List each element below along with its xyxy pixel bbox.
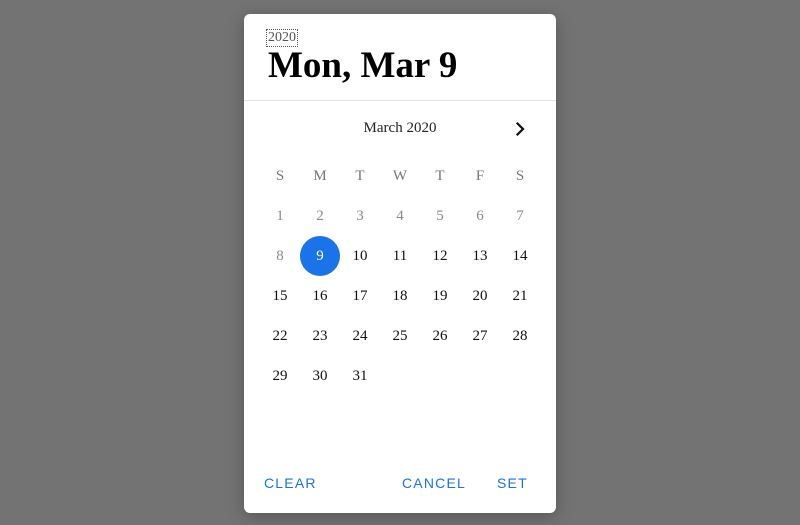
calendar-day: 6: [476, 207, 484, 224]
weekday-label: S: [275, 167, 285, 184]
calendar-day[interactable]: 24: [340, 316, 380, 356]
calendar-weeks: 1 2 3 4 5 6 7 8 9 10 11 12 13 14 15 16 17 18 19 20 21 22 23 24 2…: [260, 196, 540, 396]
selected-date-title: Mon, Mar 9: [268, 45, 458, 86]
calendar-day[interactable]: 16: [300, 276, 340, 316]
calendar-day[interactable]: 31: [340, 356, 380, 396]
set-button[interactable]: SET: [497, 469, 528, 497]
calendar-week-row: 29 30 31: [260, 356, 540, 396]
month-navigation: March 2020: [244, 115, 556, 143]
calendar-day[interactable]: 26: [420, 316, 460, 356]
selected-day[interactable]: 9: [300, 236, 340, 276]
weekday-label: W: [392, 167, 408, 184]
calendar-day[interactable]: 28: [500, 316, 540, 356]
calendar-day: 7: [516, 207, 524, 224]
calendar-day[interactable]: 17: [340, 276, 380, 316]
dialog-actions: CLEAR CANCEL SET: [244, 469, 556, 497]
calendar-day[interactable]: 11: [380, 236, 420, 276]
calendar-day[interactable]: 18: [380, 276, 420, 316]
calendar-day[interactable]: 10: [340, 236, 380, 276]
chevron-right-icon: [515, 121, 525, 137]
empty-day-cell: [380, 356, 420, 396]
calendar-day[interactable]: 14: [500, 236, 540, 276]
date-picker-header: 2020 Mon, Mar 9: [244, 14, 556, 101]
weekday-label: S: [515, 167, 525, 184]
next-month-button[interactable]: [506, 115, 534, 143]
empty-day-cell: [420, 356, 460, 396]
calendar-day[interactable]: 12: [420, 236, 460, 276]
weekday-label: F: [475, 167, 485, 184]
calendar-day[interactable]: 19: [420, 276, 460, 316]
calendar-day: 2: [316, 207, 324, 224]
calendar-week-row: 1 2 3 4 5 6 7: [260, 196, 540, 236]
calendar-day: 8: [276, 247, 284, 264]
calendar-day: 4: [396, 207, 404, 224]
calendar-day[interactable]: 15: [260, 276, 300, 316]
calendar-day[interactable]: 22: [260, 316, 300, 356]
weekday-label: M: [313, 167, 327, 184]
calendar-day[interactable]: 27: [460, 316, 500, 356]
calendar-day[interactable]: 29: [260, 356, 300, 396]
calendar-day[interactable]: 20: [460, 276, 500, 316]
calendar-day: 1: [276, 207, 284, 224]
clear-button[interactable]: CLEAR: [264, 469, 317, 497]
calendar-day: 5: [436, 207, 444, 224]
calendar-day: 3: [356, 207, 364, 224]
empty-day-cell: [460, 356, 500, 396]
calendar-week-row: 22 23 24 25 26 27 28: [260, 316, 540, 356]
calendar-day[interactable]: 13: [460, 236, 500, 276]
calendar-day[interactable]: 25: [380, 316, 420, 356]
weekday-label: T: [435, 167, 445, 184]
calendar-week-row: 8 9 10 11 12 13 14: [260, 236, 540, 276]
calendar-day[interactable]: 21: [500, 276, 540, 316]
calendar-week-row: 15 16 17 18 19 20 21: [260, 276, 540, 316]
year-selector[interactable]: 2020: [266, 29, 298, 47]
weekday-header-row: S M T W T F S: [260, 156, 540, 196]
calendar-grid: S M T W T F S 1 2 3 4 5 6 7 8 9 10 11 12 13 14 15 16 17 1…: [260, 156, 540, 396]
empty-day-cell: [500, 356, 540, 396]
calendar-day[interactable]: 23: [300, 316, 340, 356]
calendar-day[interactable]: 30: [300, 356, 340, 396]
date-picker-dialog: 2020 Mon, Mar 9 March 2020 S M T W T F S…: [244, 14, 556, 513]
cancel-button[interactable]: CANCEL: [402, 469, 466, 497]
weekday-label: T: [355, 167, 365, 184]
